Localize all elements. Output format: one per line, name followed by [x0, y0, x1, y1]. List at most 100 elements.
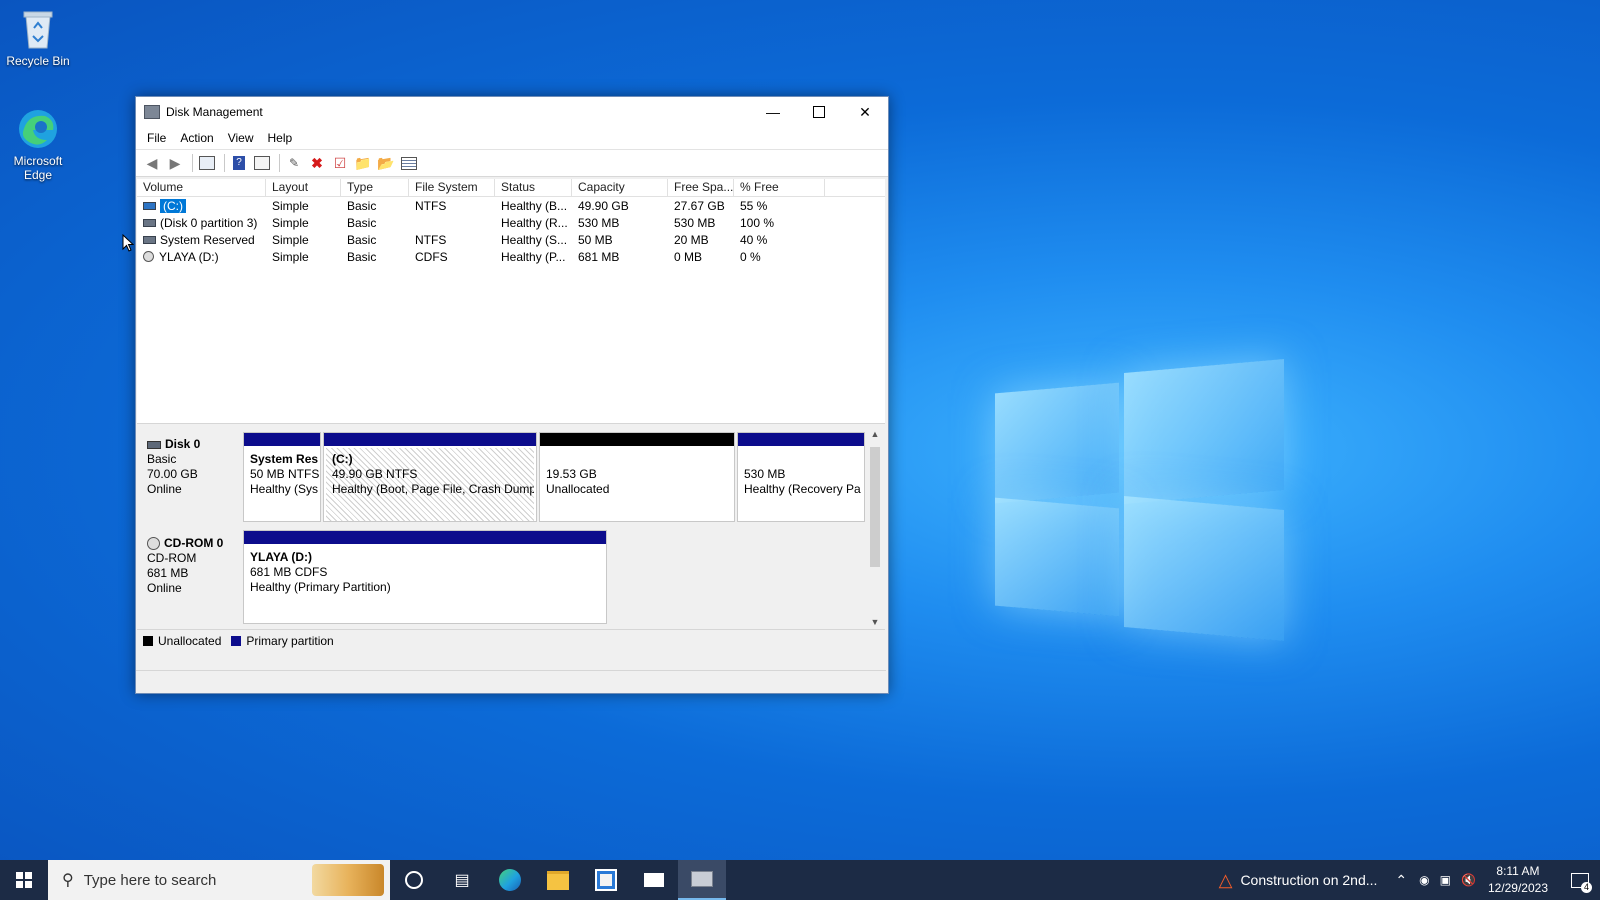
- network-icon[interactable]: ▣: [1440, 873, 1451, 887]
- weather-widget[interactable]: △ Construction on 2nd...: [1219, 870, 1378, 891]
- table-row[interactable]: System Reserved Simple Basic NTFS Health…: [137, 231, 885, 248]
- cell-volume: YLAYA (D:): [137, 250, 266, 264]
- cdrom-icon: [147, 537, 160, 551]
- legend-label: Unallocated: [158, 633, 222, 648]
- show-hidden-icons-chevron-icon[interactable]: ⌃: [1395, 872, 1407, 889]
- toolbar-separator: [279, 154, 280, 172]
- search-icon: ⚲: [62, 872, 74, 889]
- cell-status: Healthy (B...: [501, 198, 568, 213]
- taskbar-store-button[interactable]: [582, 860, 630, 900]
- scroll-up-icon[interactable]: ▲: [867, 429, 883, 439]
- table-row[interactable]: (Disk 0 partition 3) Simple Basic Health…: [137, 214, 885, 231]
- scroll-down-icon[interactable]: ▼: [867, 617, 883, 627]
- menu-action[interactable]: Action: [173, 131, 220, 145]
- desktop-icon-label: Microsoft Edge: [13, 154, 63, 182]
- action-center-button[interactable]: 4: [1560, 860, 1600, 900]
- partition-size: 681 MB CDFS: [250, 565, 328, 579]
- menu-file[interactable]: File: [140, 131, 173, 145]
- cell-type: Basic: [347, 249, 377, 264]
- cell-layout: Simple: [272, 232, 309, 247]
- taskbar-mail-button[interactable]: [630, 860, 678, 900]
- column-layout[interactable]: Layout: [266, 179, 341, 196]
- connect-disk-button[interactable]: ✎: [284, 153, 304, 173]
- column-status[interactable]: Status: [495, 179, 572, 196]
- windows-start-icon: [16, 872, 32, 888]
- show-hide-console-tree-button[interactable]: [197, 153, 217, 173]
- cell-type: Basic: [347, 232, 377, 247]
- toolbar: ◀ ▶ ? ✎ ✖ ☑ 📁 📂: [136, 149, 888, 177]
- back-button[interactable]: ◀: [142, 153, 162, 173]
- partition-recovery[interactable]: 530 MB Healthy (Recovery Pa: [737, 432, 865, 522]
- cell-file-system: NTFS: [415, 232, 447, 247]
- column-percent-free[interactable]: % Free: [734, 179, 825, 196]
- desktop-icon-edge[interactable]: Microsoft Edge: [0, 108, 76, 182]
- list-icon: [401, 156, 417, 170]
- column-file-system[interactable]: File System: [409, 179, 495, 196]
- cdrom-0-label[interactable]: CD-ROM 0 CD-ROM 681 MB Online: [137, 528, 239, 626]
- cell-free-space: 20 MB: [674, 232, 709, 247]
- menu-view[interactable]: View: [221, 131, 261, 145]
- desktop-icon-recycle-bin[interactable]: Recycle Bin: [0, 8, 76, 68]
- panel-icon: [254, 156, 270, 170]
- partition-bar: [324, 433, 536, 446]
- volume-name: YLAYA (D:): [159, 249, 219, 264]
- console-tree-icon: [199, 156, 215, 170]
- cell-capacity: 681 MB: [578, 249, 620, 264]
- recycle-bin-icon: [20, 8, 56, 50]
- column-capacity[interactable]: Capacity: [572, 179, 668, 196]
- maximize-button[interactable]: [796, 97, 842, 127]
- graph-scrollbar[interactable]: ▲ ▼: [867, 429, 883, 629]
- table-row[interactable]: (C:) Simple Basic NTFS Healthy (B... 49.…: [137, 197, 885, 214]
- column-free-space[interactable]: Free Spa...: [668, 179, 734, 196]
- table-row[interactable]: YLAYA (D:) Simple Basic CDFS Healthy (P.…: [137, 248, 885, 265]
- title-bar[interactable]: Disk Management — ✕: [136, 97, 888, 127]
- disk-kind: CD-ROM: [147, 551, 197, 565]
- volume-muted-icon[interactable]: 🔇: [1461, 873, 1476, 887]
- help-button[interactable]: ?: [229, 153, 249, 173]
- task-view-button[interactable]: ▤: [438, 860, 486, 900]
- partition-ylaya-d[interactable]: YLAYA (D:) 681 MB CDFS Healthy (Primary …: [243, 530, 607, 624]
- partition-system-reserved[interactable]: System Res 50 MB NTFS Healthy (Sys: [243, 432, 321, 522]
- minimize-button[interactable]: —: [750, 97, 796, 127]
- back-arrow-icon: ◀: [146, 154, 158, 171]
- scrollbar-thumb[interactable]: [870, 447, 880, 567]
- checkmark-icon: ☑: [333, 154, 347, 171]
- list-view-button[interactable]: [399, 153, 419, 173]
- up-folder-button[interactable]: 📁: [353, 153, 373, 173]
- folder-icon: [547, 870, 569, 890]
- cell-capacity: 530 MB: [578, 215, 620, 230]
- search-folder-button[interactable]: 📂: [376, 153, 396, 173]
- cd-icon: [143, 251, 154, 262]
- start-button[interactable]: [0, 860, 48, 900]
- disk-0-label[interactable]: Disk 0 Basic 70.00 GB Online: [137, 429, 239, 526]
- taskbar: ⚲ Type here to search ▤ △ Construction o…: [0, 860, 1600, 900]
- legend-swatch-primary: [231, 635, 242, 646]
- cortana-button[interactable]: [390, 860, 438, 900]
- check-button[interactable]: ☑: [330, 153, 350, 173]
- disk-management-app-icon: [144, 105, 160, 119]
- volume-icon: [143, 201, 156, 210]
- close-icon: ✕: [859, 103, 871, 120]
- partition-title: YLAYA (D:): [250, 550, 313, 564]
- clock[interactable]: 8:11 AM 12/29/2023: [1488, 863, 1548, 897]
- meet-now-icon[interactable]: ◉: [1419, 873, 1429, 887]
- status-bar: [136, 670, 886, 693]
- cell-volume: (C:): [137, 198, 266, 213]
- taskbar-edge-button[interactable]: [486, 860, 534, 900]
- menu-help[interactable]: Help: [261, 131, 300, 145]
- partition-unallocated[interactable]: 19.53 GB Unallocated: [539, 432, 735, 522]
- taskbar-disk-management-button[interactable]: [678, 860, 726, 900]
- taskbar-file-explorer-button[interactable]: [534, 860, 582, 900]
- delete-x-icon: ✖: [311, 154, 323, 171]
- disk-size: 70.00 GB: [147, 467, 198, 481]
- partition-c[interactable]: (C:) 49.90 GB NTFS Healthy (Boot, Page F…: [323, 432, 537, 522]
- properties-view-button[interactable]: [252, 153, 272, 173]
- column-type[interactable]: Type: [341, 179, 409, 196]
- close-button[interactable]: ✕: [842, 97, 888, 127]
- taskbar-search-box[interactable]: ⚲ Type here to search: [48, 860, 390, 900]
- forward-button[interactable]: ▶: [165, 153, 185, 173]
- edge-icon: [17, 108, 59, 150]
- column-volume[interactable]: Volume: [137, 179, 266, 196]
- delete-button[interactable]: ✖: [307, 153, 327, 173]
- partition-bar: [244, 531, 606, 544]
